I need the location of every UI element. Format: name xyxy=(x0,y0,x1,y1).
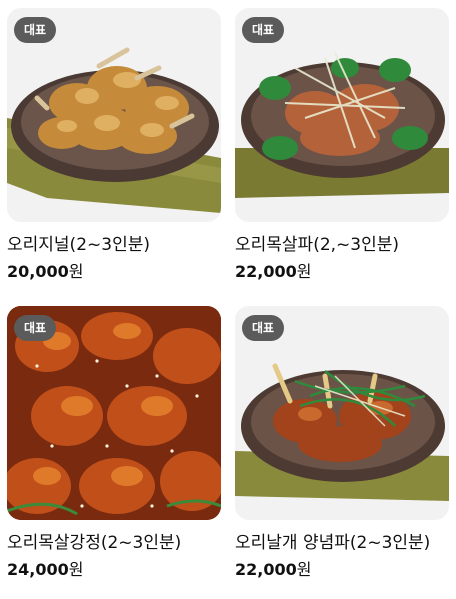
price-amount: 22,000 xyxy=(235,560,297,579)
menu-item-price: 22,000원 xyxy=(235,560,449,580)
menu-item-image[interactable]: 대표 xyxy=(7,8,221,222)
menu-item-name: 오리지널(2~3인분) xyxy=(7,235,150,255)
signature-badge: 대표 xyxy=(14,17,57,43)
menu-item-price: 24,000원 xyxy=(7,560,221,580)
menu-item-image[interactable]: 대표 xyxy=(235,8,449,222)
signature-badge: 대표 xyxy=(242,17,285,43)
menu-item-price: 20,000원 xyxy=(7,262,221,282)
menu-item-price: 22,000원 xyxy=(235,262,449,282)
menu-item-image[interactable]: 대표 xyxy=(235,306,449,520)
price-amount: 24,000 xyxy=(7,560,69,579)
currency-unit: 원 xyxy=(296,560,312,579)
signature-badge: 대표 xyxy=(242,315,285,341)
currency-unit: 원 xyxy=(68,262,84,281)
signature-badge: 대표 xyxy=(14,315,57,341)
menu-grid: 대표 오리지널(2~3인분) 20,000원 대표 오리목살파(2,~3인분) … xyxy=(0,0,456,599)
menu-item-name: 오리목살파(2,~3인분) xyxy=(235,235,400,255)
menu-card[interactable]: 대표 xyxy=(7,8,221,282)
menu-item-name: 오리목살강정(2~3인분) xyxy=(7,533,182,553)
currency-unit: 원 xyxy=(296,262,312,281)
price-amount: 22,000 xyxy=(235,262,297,281)
price-amount: 20,000 xyxy=(7,262,69,281)
menu-card[interactable]: 대표 xyxy=(235,8,449,282)
menu-item-image[interactable]: 대표 xyxy=(7,306,221,520)
currency-unit: 원 xyxy=(68,560,84,579)
menu-card[interactable]: 대표 xyxy=(7,306,221,580)
menu-item-name: 오리날개 양념파(2~3인분) xyxy=(235,533,431,553)
menu-card[interactable]: 대표 xyxy=(235,306,449,580)
